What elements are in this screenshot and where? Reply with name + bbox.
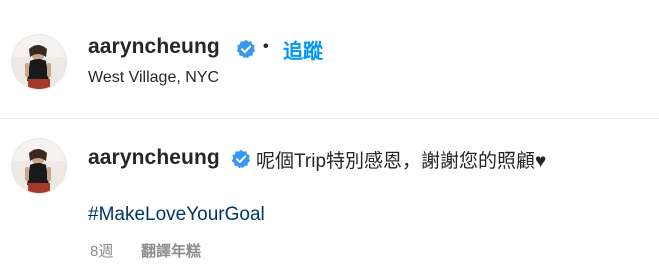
post-timestamp[interactable]: 8週 [90,240,113,261]
caption-username[interactable]: aaryncheung [88,146,220,170]
profile-photo [12,35,66,89]
verified-badge-icon [236,39,256,59]
profile-photo [12,139,66,193]
avatar[interactable] [12,35,66,89]
divider [0,118,659,119]
caption-text: 呢個Trip特別感恩，謝謝您的照顧♥ [256,151,547,172]
location-link[interactable]: West Village, NYC [88,69,219,87]
avatar[interactable] [12,139,66,193]
verified-badge-icon [231,149,251,169]
follow-button[interactable]: 追蹤 [283,35,323,64]
post-header: aaryncheung • 追蹤 West Village, NYC [0,0,659,118]
hashtag-link[interactable]: #MakeLoveYourGoal [88,204,265,226]
post-username[interactable]: aaryncheung [88,35,220,59]
separator-dot: • [263,38,269,55]
translate-button[interactable]: 翻譯年糕 [141,240,201,261]
